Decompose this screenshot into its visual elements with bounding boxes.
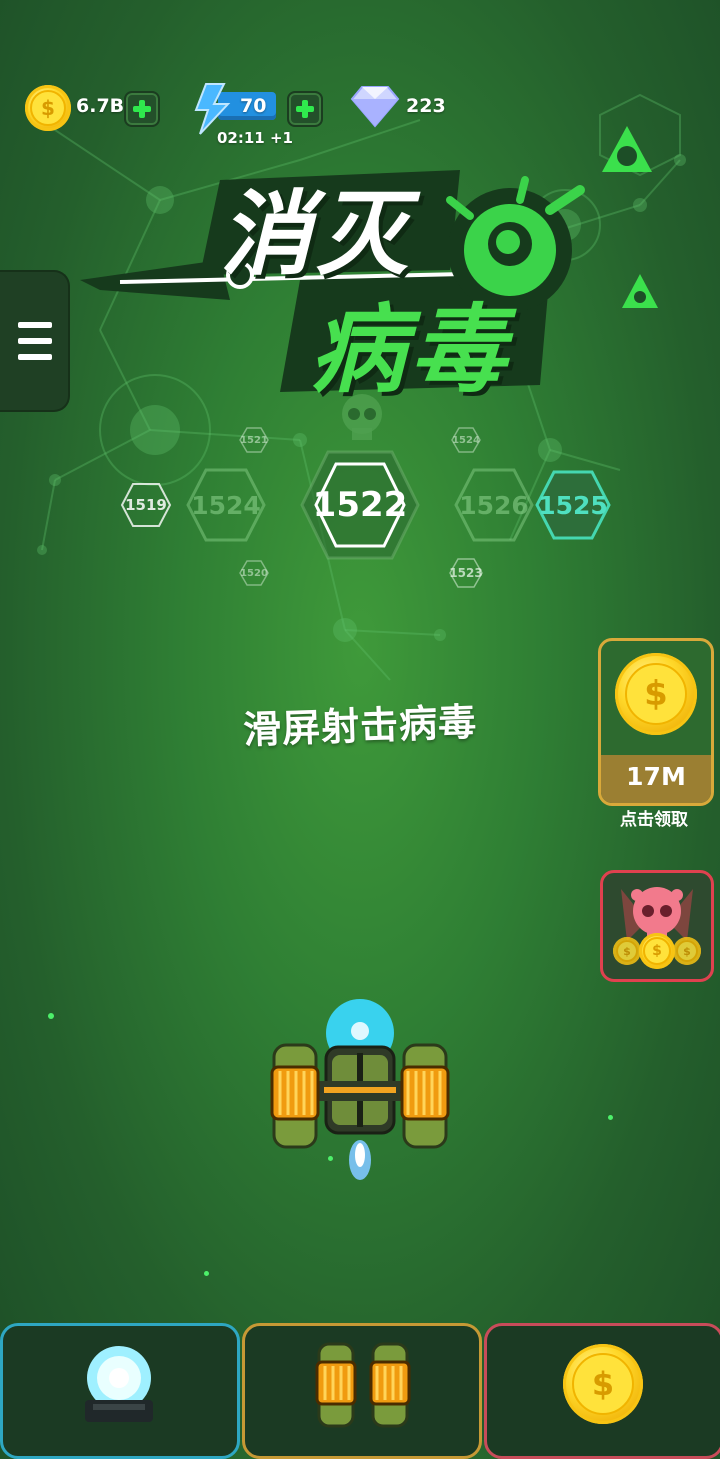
level-node[interactable]: 1524 <box>186 468 266 542</box>
add-coins-button[interactable] <box>124 91 160 127</box>
coin-count: 6.7B <box>76 95 125 117</box>
energy-timer: 02:11 +1 <box>217 129 293 147</box>
coin-upgrade-tab[interactable]: $ <box>484 1323 720 1459</box>
gem-count: 223 <box>406 95 446 117</box>
lightning-icon <box>194 83 231 135</box>
hamburger-icon-bar <box>18 354 52 360</box>
menu-button[interactable] <box>0 272 68 410</box>
skull-icon <box>342 394 382 440</box>
coin-icon: $ <box>615 653 697 735</box>
current-level-node[interactable]: 1522 <box>300 450 420 560</box>
particle <box>608 1115 613 1120</box>
level-number: 1521 <box>240 434 268 446</box>
reward-amount: 17M <box>626 762 686 791</box>
level-node[interactable]: 1526 <box>454 468 534 542</box>
hamburger-icon-bar <box>18 338 52 344</box>
ship-upgrade-tab[interactable] <box>0 1323 240 1459</box>
particle <box>328 1156 333 1161</box>
coin-icon: $ <box>639 933 675 969</box>
virus-decoration-icon <box>622 274 658 308</box>
add-energy-button[interactable] <box>287 91 323 127</box>
level-node[interactable]: 1524 <box>451 427 481 453</box>
level-node[interactable]: 1525 <box>535 470 611 540</box>
coin-icon: $ <box>563 1344 643 1424</box>
player-spaceship <box>270 999 450 1180</box>
diamond-icon <box>350 86 400 128</box>
level-node[interactable]: 1519 <box>120 482 172 528</box>
level-number: 1526 <box>459 490 529 520</box>
claim-reward-label[interactable]: 点击领取 <box>598 805 710 830</box>
particle <box>48 1013 54 1019</box>
ship-core-icon <box>85 1346 153 1422</box>
level-node[interactable]: 1521 <box>239 427 269 453</box>
hamburger-icon <box>18 322 52 328</box>
level-node[interactable]: 1523 <box>449 558 483 588</box>
particle <box>204 1271 209 1276</box>
coin-icon: $ <box>25 85 71 131</box>
level-number: 1525 <box>538 490 608 520</box>
level-number: 1524 <box>191 490 261 520</box>
level-number: 1519 <box>125 496 167 514</box>
level-number: 1523 <box>449 566 483 580</box>
virus-bounty-button[interactable]: $ $ $ <box>600 870 714 982</box>
level-node[interactable]: 1520 <box>239 560 269 586</box>
level-number: 1520 <box>240 567 268 579</box>
level-number: 1524 <box>452 434 480 446</box>
engine-icon <box>315 1342 411 1428</box>
energy-count: 70 <box>240 95 267 117</box>
virus-decoration-icon <box>602 126 652 172</box>
current-level-number: 1522 <box>312 485 408 525</box>
coin-reward-card[interactable]: $ 17M <box>598 638 714 806</box>
engine-upgrade-tab[interactable] <box>242 1323 482 1459</box>
coin-icon: $ <box>673 937 701 965</box>
game-logo: 消灭 病毒 <box>80 160 640 406</box>
coin-icon: $ <box>613 937 641 965</box>
